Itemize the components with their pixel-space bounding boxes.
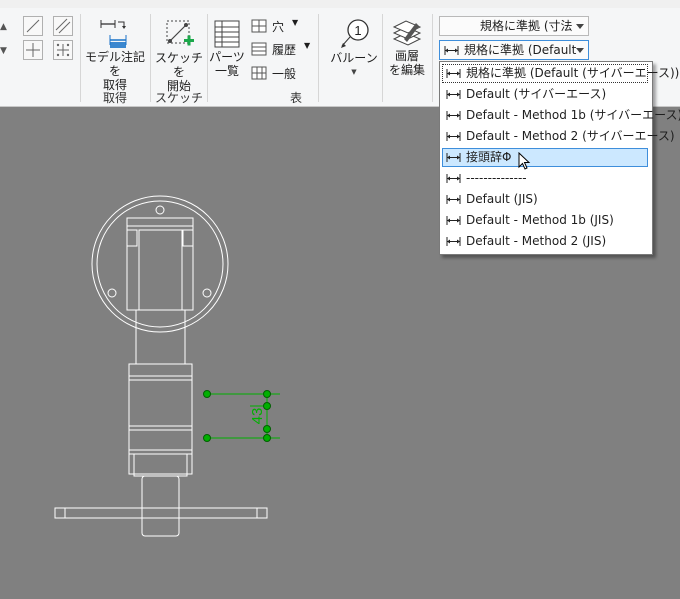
flange-inner-circle [96, 200, 224, 328]
style-combo[interactable]: 規格に準拠 (寸法 [439, 16, 589, 36]
start-sketch-label-1: スケッチを [154, 51, 203, 79]
general-table-button[interactable]: 一般 [251, 65, 311, 83]
center-mark-icon[interactable] [23, 40, 43, 60]
layers-icon [392, 20, 422, 46]
dropdown-option-label: Default (サイバーエース) [466, 87, 607, 101]
parts-list-label-2: 一覧 [214, 64, 239, 78]
start-sketch-button[interactable]: スケッチを 開始 [152, 14, 206, 93]
dimension-icon [446, 90, 461, 99]
edit-layers-label-2: を編集 [388, 63, 425, 77]
dimension-icon [446, 111, 461, 120]
dimension-grip[interactable] [263, 425, 271, 433]
dimension-43[interactable]: 43 [203, 390, 281, 442]
general-table-label: 一般 [272, 67, 297, 81]
dimension-icon [446, 216, 461, 225]
ribbon-separator [432, 14, 433, 102]
revision-table-icon [251, 42, 267, 56]
dropdown-option[interactable]: 接頭辞Φ [442, 148, 648, 167]
dimension-icon [446, 195, 461, 204]
dropdown-option-label: 接頭辞Φ [466, 150, 512, 164]
upper-housing-inner [138, 229, 183, 311]
dimension-icon [446, 132, 461, 141]
ribbon-separator [80, 14, 81, 102]
flange-outer-circle [91, 195, 229, 333]
dropdown-option-label: Default (JIS) [466, 192, 538, 206]
revision-table-button[interactable]: 履歴 ▼ [251, 41, 311, 59]
line-tool-icon[interactable] [23, 16, 43, 36]
dimension-icon [446, 174, 461, 183]
chevron-down-icon [576, 48, 584, 53]
model-annotation-icon [100, 20, 127, 48]
center-pattern-icon[interactable] [53, 40, 73, 60]
mouse-cursor-icon [518, 152, 531, 170]
chevron-down-icon: ▼ [292, 18, 299, 27]
dropdown-option[interactable]: Default - Method 2 (JIS) [442, 232, 648, 251]
dimension-icon [444, 46, 459, 55]
bolt-hole [155, 205, 165, 215]
general-table-icon [251, 66, 267, 80]
dropdown-option[interactable]: Default (サイバーエース) [442, 85, 648, 104]
dimension-grip[interactable] [203, 390, 211, 398]
hole-table-button[interactable]: 穴 ▼ [251, 18, 311, 36]
parts-list-label-1: パーツ [209, 50, 245, 64]
dimension-style-combo-value: 規格に準拠 (Default [464, 43, 577, 57]
panel-scroll-up-icon[interactable]: ▲ [0, 22, 8, 36]
balloon-number: 1 [354, 23, 361, 38]
dropdown-option-label: Default - Method 2 (サイバーエース) [466, 129, 675, 143]
parts-list-button[interactable]: パーツ 一覧 [207, 14, 247, 78]
parts-list-icon [214, 20, 240, 48]
dimension-icon [446, 153, 461, 162]
balloon-label: バルーン [330, 51, 378, 65]
retrieve-model-annotations-button[interactable]: モデル注記を 取得 [82, 14, 148, 92]
dimension-icon [446, 69, 461, 78]
part-drawing [54, 195, 268, 537]
model-annotation-label-1: モデル注記を [84, 50, 145, 78]
dropdown-option-label: 規格に準拠 (Default (サイバーエース)) [466, 66, 680, 80]
ribbon-top-strip [0, 0, 680, 8]
group-label-sketch: スケッチ [154, 91, 203, 105]
bolt-hole [107, 288, 117, 298]
style-combo-value: 規格に準拠 (寸法 [480, 19, 573, 33]
hole-table-icon [251, 19, 267, 33]
dimension-grip[interactable] [263, 434, 271, 442]
dimension-style-combo[interactable]: 規格に準拠 (Default [439, 40, 589, 60]
lower-collar [133, 453, 188, 477]
hole-table-label: 穴 [272, 20, 285, 34]
dropdown-option[interactable]: -------------- [442, 169, 648, 188]
ribbon-separator [382, 14, 383, 102]
dropdown-option[interactable]: 規格に準拠 (Default (サイバーエース)) [442, 64, 679, 83]
dimension-grip[interactable] [203, 434, 211, 442]
dropdown-option[interactable]: Default - Method 2 (サイバーエース) [442, 127, 675, 146]
dropdown-option-label: Default - Method 1b (JIS) [466, 213, 614, 227]
balloon-icon: 1 [341, 19, 369, 48]
balloon-button[interactable]: 1 バルーン ▼ [330, 14, 378, 79]
dimension-grip[interactable] [263, 390, 271, 398]
stem [141, 475, 180, 537]
dimension-icon [446, 237, 461, 246]
group-label-table: 表 [289, 91, 302, 105]
dropdown-option-label: Default - Method 1b (サイバーエース) [466, 108, 680, 122]
dimension-value[interactable]: 43 [249, 408, 266, 425]
chevron-down-icon: ▼ [304, 41, 311, 50]
edit-layers-label-1: 画層 [394, 49, 419, 63]
dropdown-option[interactable]: Default - Method 1b (サイバーエース) [442, 106, 680, 125]
chevron-down-icon [576, 24, 584, 29]
edit-layers-button[interactable]: 画層 を編集 [384, 14, 430, 77]
dropdown-option-label: Default - Method 2 (JIS) [466, 234, 607, 248]
dropdown-option[interactable]: Default (JIS) [442, 190, 648, 209]
bolt-hole [202, 288, 212, 298]
dropdown-option[interactable]: Default - Method 1b (JIS) [442, 211, 648, 230]
neck [135, 309, 186, 365]
ribbon-separator [150, 14, 151, 102]
double-line-tool-icon[interactable] [53, 16, 73, 36]
dimension-style-dropdown: 規格に準拠 (Default (サイバーエース)) Default (サイバーエー… [439, 61, 680, 255]
panel-scroll-down-icon[interactable]: ▼ [0, 46, 8, 60]
group-label-retrieve: 取得 [102, 91, 127, 105]
dropdown-option-label: -------------- [466, 171, 527, 185]
crossbar [54, 507, 268, 519]
chevron-down-icon: ▼ [351, 68, 357, 76]
sketch-icon [166, 20, 194, 46]
revision-table-label: 履歴 [272, 43, 297, 57]
